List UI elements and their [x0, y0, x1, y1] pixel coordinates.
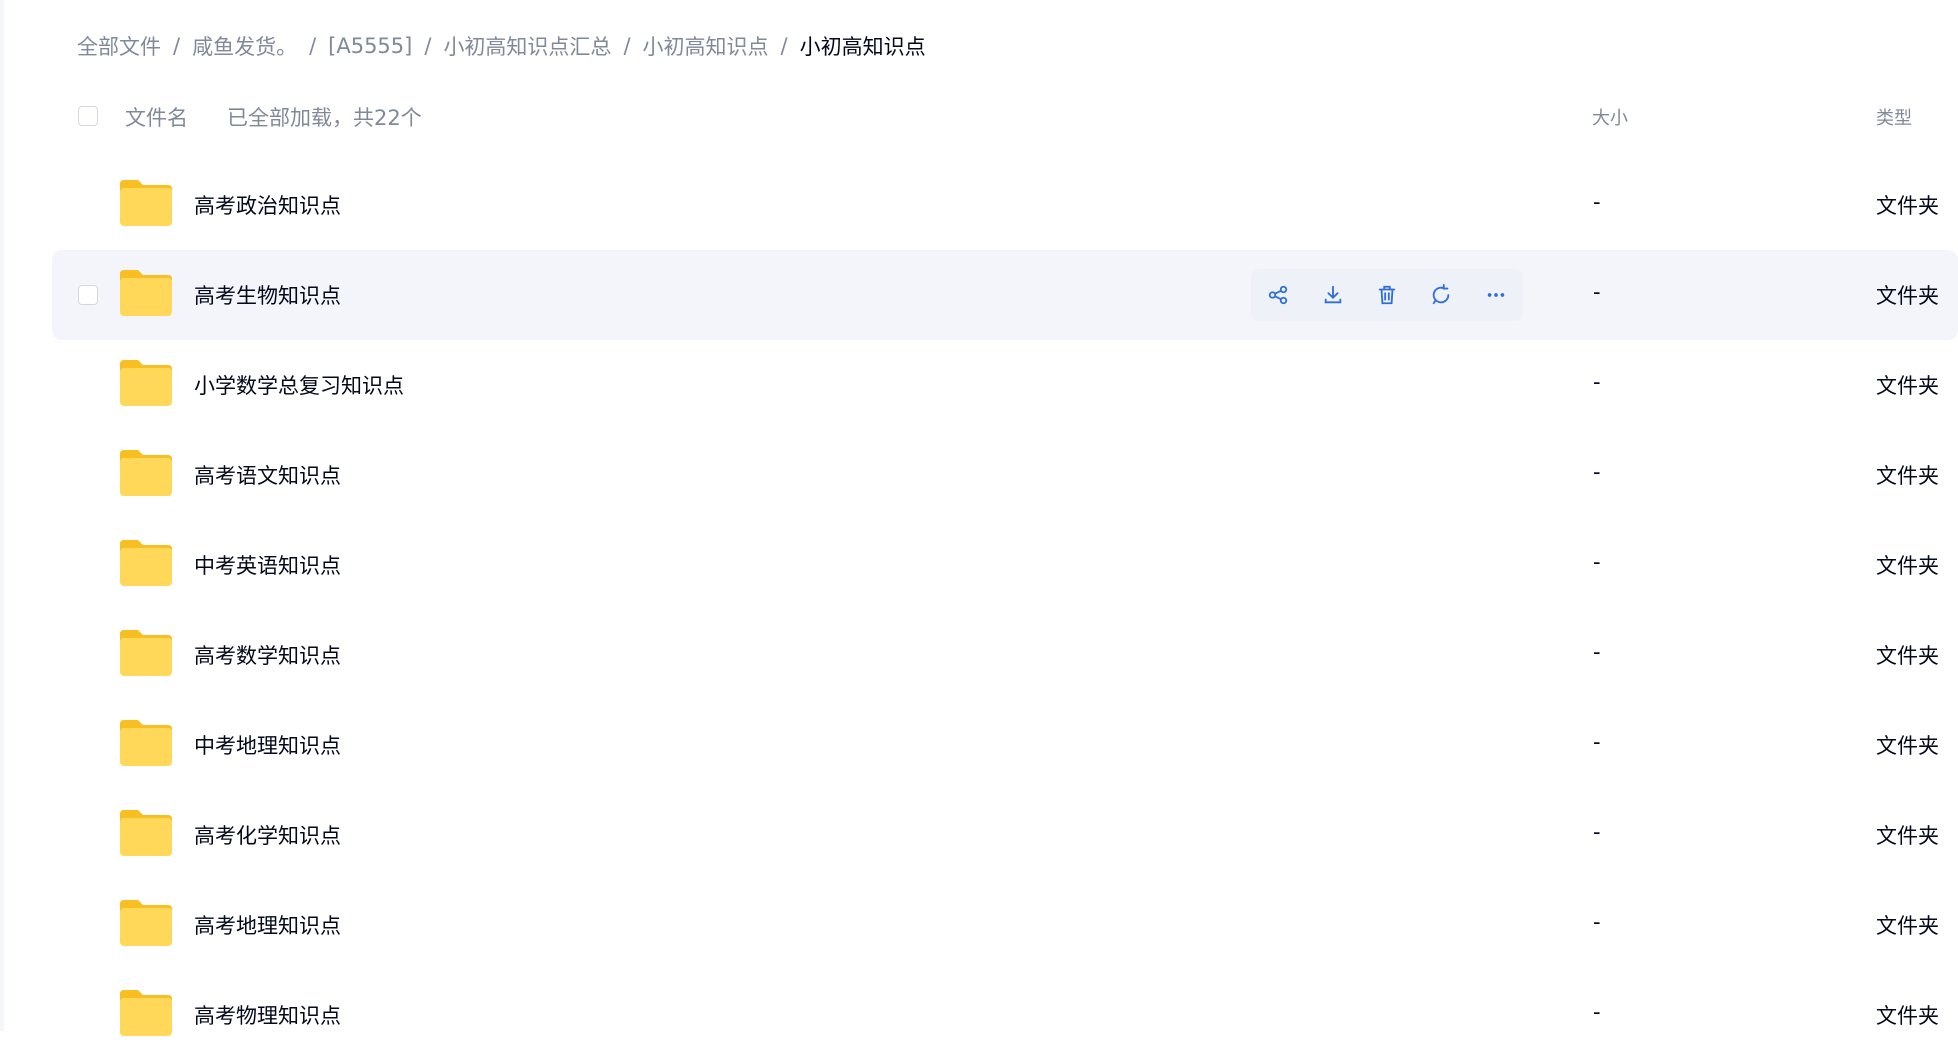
file-type: 文件夹	[1876, 734, 1939, 758]
row-actions-toolbar	[1251, 269, 1523, 321]
file-name[interactable]: 高考语文知识点	[194, 460, 341, 490]
file-size: -	[1593, 910, 1601, 934]
folder-icon	[120, 810, 172, 856]
column-header-type[interactable]: 类型	[1876, 104, 1912, 130]
breadcrumb-current: 小初高知识点	[799, 35, 926, 59]
file-row[interactable]: 中考英语知识点 - 文件夹	[52, 520, 1958, 610]
folder-icon	[120, 720, 172, 766]
file-name[interactable]: 高考地理知识点	[194, 910, 341, 940]
breadcrumb-separator: /	[623, 34, 631, 58]
file-name[interactable]: 高考化学知识点	[194, 820, 341, 850]
share-icon[interactable]	[1263, 280, 1293, 310]
file-type: 文件夹	[1876, 914, 1939, 938]
folder-icon	[120, 270, 172, 316]
file-size: -	[1593, 460, 1601, 484]
file-row[interactable]: 高考化学知识点 - 文件夹	[52, 790, 1958, 880]
sync-icon[interactable]	[1426, 280, 1456, 310]
file-type: 文件夹	[1876, 554, 1939, 578]
file-type: 文件夹	[1876, 1004, 1939, 1028]
file-name[interactable]: 中考地理知识点	[194, 730, 341, 760]
file-name[interactable]: 高考生物知识点	[194, 280, 341, 310]
file-size: -	[1593, 280, 1601, 304]
breadcrumb-separator: /	[780, 34, 788, 58]
file-size: -	[1593, 820, 1601, 844]
file-type: 文件夹	[1876, 284, 1939, 308]
more-icon[interactable]	[1481, 280, 1511, 310]
breadcrumb-folder[interactable]: 小初高知识点	[643, 31, 769, 61]
folder-icon	[120, 450, 172, 496]
file-name[interactable]: 中考英语知识点	[194, 550, 341, 580]
file-size: -	[1593, 640, 1601, 664]
file-type: 文件夹	[1876, 464, 1939, 488]
breadcrumb: 全部文件 / 咸鱼发货。 / [A5555] / 小初高知识点汇总 / 小初高知…	[77, 28, 926, 64]
breadcrumb-separator: /	[424, 34, 432, 58]
file-size: -	[1593, 730, 1601, 754]
file-size: -	[1593, 550, 1601, 574]
file-type: 文件夹	[1876, 374, 1939, 398]
file-row[interactable]: 高考数学知识点 - 文件夹	[52, 610, 1958, 700]
file-row[interactable]: 中考地理知识点 - 文件夹	[52, 700, 1958, 790]
file-row[interactable]: 高考物理知识点 - 文件夹	[52, 970, 1958, 1060]
load-status-text: 已全部加载，共22个	[227, 106, 422, 130]
file-row[interactable]: 高考生物知识点 - 文件夹	[52, 250, 1958, 340]
file-row[interactable]: 高考政治知识点 - 文件夹	[52, 160, 1958, 250]
download-icon[interactable]	[1318, 280, 1348, 310]
file-name[interactable]: 高考政治知识点	[194, 190, 341, 220]
breadcrumb-folder[interactable]: 咸鱼发货。	[192, 31, 297, 61]
file-size: -	[1593, 190, 1601, 214]
file-list: 高考政治知识点 - 文件夹 高考生物知识点 - 文件夹 小学数学总复习知识点 - 文件夹 高…	[52, 160, 1958, 1060]
select-all-checkbox[interactable]	[78, 106, 98, 126]
file-size: -	[1593, 1000, 1601, 1024]
folder-icon	[120, 180, 172, 226]
folder-icon	[120, 630, 172, 676]
trash-icon[interactable]	[1372, 280, 1402, 310]
file-name[interactable]: 高考数学知识点	[194, 640, 341, 670]
file-type: 文件夹	[1876, 644, 1939, 668]
breadcrumb-separator: /	[173, 34, 181, 58]
file-name[interactable]: 小学数学总复习知识点	[194, 370, 404, 400]
folder-icon	[120, 990, 172, 1036]
column-header-name[interactable]: 文件名	[125, 102, 188, 132]
page-left-edge	[0, 0, 4, 1031]
breadcrumb-separator: /	[309, 34, 317, 58]
breadcrumb-all-files[interactable]: 全部文件	[77, 31, 161, 61]
breadcrumb-folder[interactable]: [A5555]	[328, 34, 412, 58]
file-name[interactable]: 高考物理知识点	[194, 1000, 341, 1030]
folder-icon	[120, 360, 172, 406]
breadcrumb-folder[interactable]: 小初高知识点汇总	[443, 31, 611, 61]
file-size: -	[1593, 370, 1601, 394]
folder-icon	[120, 540, 172, 586]
file-row[interactable]: 高考语文知识点 - 文件夹	[52, 430, 1958, 520]
folder-icon	[120, 900, 172, 946]
file-row[interactable]: 高考地理知识点 - 文件夹	[52, 880, 1958, 970]
row-checkbox[interactable]	[78, 285, 98, 305]
file-row[interactable]: 小学数学总复习知识点 - 文件夹	[52, 340, 1958, 430]
file-type: 文件夹	[1876, 194, 1939, 218]
file-list-header: 文件名 已全部加载，共22个 大小 类型	[52, 96, 1958, 138]
file-type: 文件夹	[1876, 824, 1939, 848]
column-header-size[interactable]: 大小	[1592, 104, 1628, 130]
